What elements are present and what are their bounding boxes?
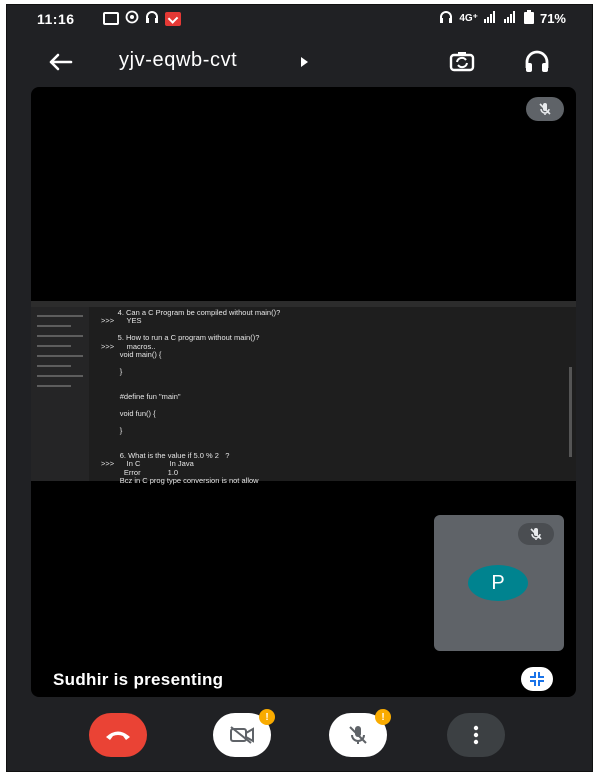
cast-icon — [103, 12, 119, 25]
meeting-code[interactable]: yjv-eqwb-cvt — [119, 49, 237, 72]
self-mic-off-icon — [518, 523, 554, 545]
code-line: } — [101, 425, 123, 435]
headset-icon — [145, 10, 159, 27]
headphones-icon[interactable] — [522, 47, 552, 77]
more-options-button[interactable] — [447, 713, 505, 757]
presenting-label: Sudhir is presenting — [53, 670, 224, 689]
minimize-presentation-icon[interactable] — [521, 667, 553, 691]
app-bar: yjv-eqwb-cvt — [7, 39, 592, 85]
self-video-tile[interactable]: P — [434, 515, 564, 651]
presentation-stage[interactable]: 4. Can a C Program be compiled without m… — [31, 87, 576, 697]
phone-screen: 11:16 4G⁺ 71% yjv-eqwb-cvt 4. Can a C Pr… — [6, 4, 593, 772]
status-right: 4G⁺ 71% — [439, 10, 566, 27]
camera-toggle-button[interactable]: ! — [213, 709, 275, 757]
shared-code-text: 4. Can a C Program be compiled without m… — [101, 308, 561, 486]
presenter-mic-off-icon — [526, 97, 564, 121]
mic-toggle-button[interactable]: ! — [329, 709, 391, 757]
headset-status-icon — [439, 10, 453, 27]
code-line: 4. Can a C Program be compiled without m… — [101, 308, 281, 317]
signal-icon — [483, 11, 518, 26]
code-line: 5. How to run a C program without main()… — [101, 333, 260, 343]
meeting-details-caret-icon[interactable] — [301, 57, 308, 67]
whatsapp-icon — [125, 10, 139, 27]
shared-screen-scrollbar — [569, 367, 572, 457]
code-line: void main() { — [101, 350, 162, 360]
code-line: void fun() { — [101, 408, 156, 418]
shared-screen-toolbar — [31, 301, 576, 307]
battery-percent: 71% — [539, 11, 566, 26]
shared-screen-sidebar — [31, 307, 89, 481]
network-type: 4G⁺ — [459, 13, 478, 24]
back-arrow-icon[interactable] — [45, 47, 75, 77]
code-line: #define fun "main" — [101, 392, 181, 402]
status-time: 11:16 — [37, 11, 75, 27]
code-line: >>> YES — [101, 316, 142, 326]
switch-camera-icon[interactable] — [447, 47, 477, 77]
battery-icon — [523, 10, 534, 27]
notification-icons — [103, 10, 181, 27]
code-line: Bcz in C prog type conversion is not all… — [101, 476, 259, 486]
end-call-button[interactable] — [89, 713, 147, 757]
call-controls: ! ! — [7, 705, 592, 771]
avatar: P — [468, 565, 528, 601]
camera-warning-badge: ! — [259, 709, 275, 725]
gmail-icon — [165, 11, 181, 26]
shared-screen: 4. Can a C Program be compiled without m… — [31, 301, 576, 485]
code-line: >>> macros.. — [101, 341, 156, 351]
screenshot-frame: 11:16 4G⁺ 71% yjv-eqwb-cvt 4. Can a C Pr… — [0, 0, 597, 774]
status-bar: 11:16 4G⁺ 71% — [7, 5, 592, 33]
code-line: } — [101, 366, 123, 376]
mic-warning-badge: ! — [375, 709, 391, 725]
